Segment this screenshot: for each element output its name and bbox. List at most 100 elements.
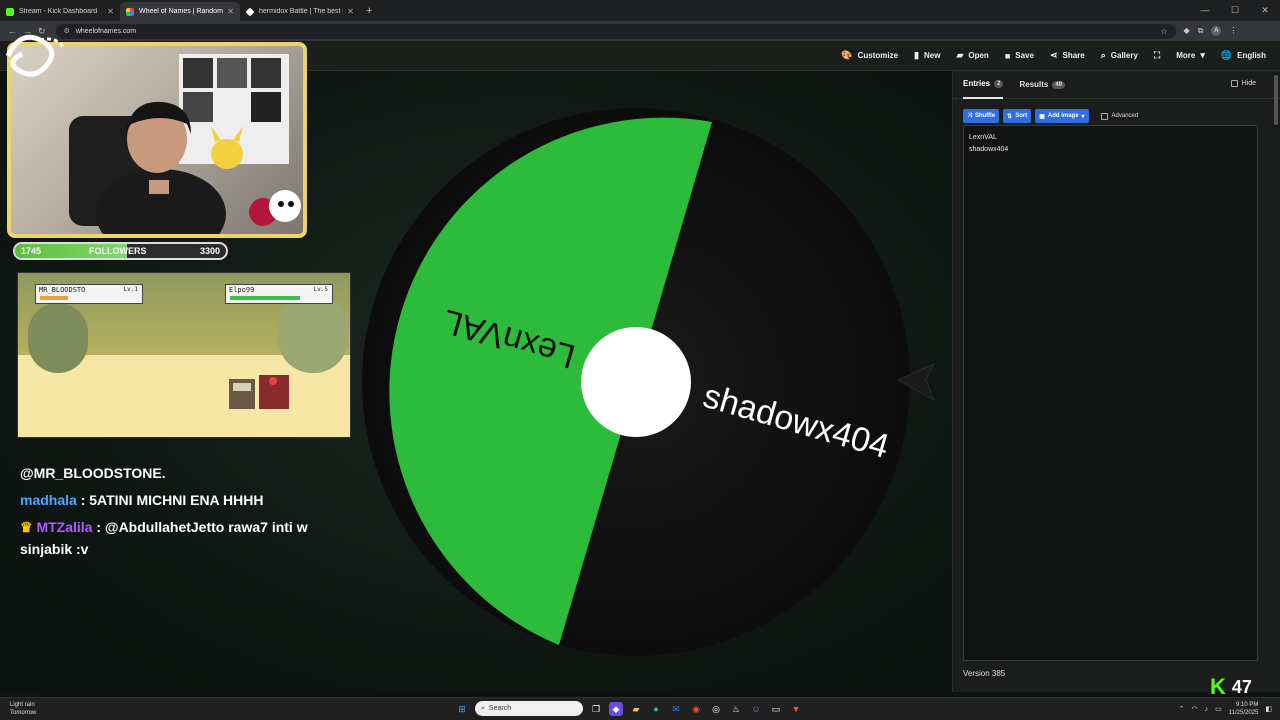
wheel-favicon-icon (126, 7, 134, 16)
address-bar-row: ← → ↻ ⚙ wheelofnames.com ☆ ◆ ⧉ A ⋮ (0, 21, 1280, 41)
chat-username: madhala (20, 492, 77, 508)
new-tab-icon[interactable]: + (366, 5, 372, 17)
system-tray: ⌃ ◠ ♪ ▭ 9:10 PM 11/25/2025 ◧ (1179, 701, 1272, 717)
windows-taskbar: Light rain Tomorrow ⊞ ⌕ Search ❐ ◆ ▰ ● ✉… (0, 697, 1280, 720)
add-image-label: Add image (1047, 113, 1079, 119)
file-icon: ▮ (914, 50, 919, 60)
clock-date: 11/25/2025 (1228, 710, 1259, 716)
gallery-button[interactable]: ⌕ Gallery (1101, 50, 1138, 61)
app-icon[interactable]: ▭ (769, 702, 783, 716)
hide-toggle[interactable]: Hide (1230, 80, 1256, 87)
bookmark-star-icon[interactable]: ☆ (1160, 27, 1167, 36)
browser-tabbar: Stream - Kick Dashboard ✕ Wheel of Names… (0, 0, 1280, 21)
fullscreen-icon: ⛶ (1153, 50, 1161, 60)
chrome-icon[interactable]: ◉ (689, 702, 703, 716)
sort-label: Sort (1015, 113, 1028, 119)
browser-tab-hermidox[interactable]: hermidox Battle | The best Cha ✕ (240, 2, 360, 21)
crown-icon: ♛ (20, 519, 33, 535)
weather-widget[interactable]: Light rain Tomorrow (10, 701, 36, 717)
puzzle-icon[interactable]: ⧉ (1198, 26, 1204, 36)
game-sprites (229, 375, 289, 409)
browser-tab-kick[interactable]: Stream - Kick Dashboard ✕ (0, 2, 120, 21)
chat-overlay: @MR_BLOODSTONE. madhala : 5ATINI MICHNI … (20, 462, 350, 565)
windows-start-icon[interactable]: ⊞ (455, 702, 469, 716)
taskbar-apps: ⊞ ⌕ Search ❐ ◆ ▰ ● ✉ ◉ ◎ ♨ ☺ ▭ ▼ (455, 701, 803, 716)
task-view-icon[interactable]: ❐ (589, 702, 603, 716)
advanced-checkbox[interactable] (1100, 112, 1108, 120)
taskbar-search[interactable]: ⌕ Search (475, 701, 583, 716)
chevron-down-icon: ▾ (1081, 113, 1085, 120)
tab-close-icon[interactable]: ✕ (347, 7, 354, 16)
player-level: Lv.1 (123, 286, 138, 293)
entries-count-badge: 2 (994, 79, 1004, 88)
save-icon: ■ (1004, 50, 1011, 61)
browser-tab-wheel[interactable]: Wheel of Names | Random nam ✕ (120, 2, 240, 21)
shuffle-label: Shuffle (974, 113, 996, 119)
share-button[interactable]: ⋖ Share (1050, 50, 1085, 61)
maximize-icon[interactable]: ☐ (1220, 0, 1250, 21)
page-scrollbar[interactable] (1274, 75, 1278, 125)
battery-icon[interactable]: ▭ (1215, 705, 1222, 713)
chevron-up-icon[interactable]: ⌃ (1179, 705, 1185, 713)
share-label: Share (1062, 51, 1085, 60)
profile-avatar[interactable]: A (1211, 26, 1222, 36)
sort-button[interactable]: ⇅ Sort (1003, 109, 1032, 123)
menu-dots-icon[interactable]: ⋮ (1229, 26, 1237, 36)
hide-checkbox[interactable] (1230, 80, 1238, 87)
obs-icon[interactable]: ◎ (709, 702, 723, 716)
window-controls: — ☐ ✕ (1190, 0, 1280, 21)
tab-results[interactable]: Results 49 (1019, 71, 1066, 99)
globe-icon: 🌐 (1220, 50, 1233, 60)
close-window-icon[interactable]: ✕ (1250, 0, 1280, 21)
open-button[interactable]: ▰ Open (956, 50, 988, 61)
minimize-icon[interactable]: — (1190, 0, 1220, 21)
tab-close-icon[interactable]: ✕ (227, 7, 234, 16)
url-text: wheelofnames.com (75, 27, 137, 35)
more-label: More (1176, 51, 1196, 60)
chat-message: ♛ MTZalila : @AbdullahetJetto rawa7 inti… (20, 516, 350, 560)
wheel[interactable]: LexnVAL shadowx404 (360, 104, 912, 656)
enemy-name: Elpo99 (229, 286, 255, 294)
shuffle-button[interactable]: ⤨ Shuffle (963, 109, 1000, 123)
extensions: ◆ ⧉ A ⋮ (1184, 26, 1237, 36)
followers-label: FOLLOWERS (89, 246, 147, 256)
discord-icon[interactable]: ☺ (749, 702, 763, 716)
edge-browser-icon[interactable]: ● (649, 702, 663, 716)
entry-item: LexnVAL (969, 134, 997, 141)
mascot-sticker-image (249, 190, 301, 226)
new-button[interactable]: ▮ New (914, 50, 940, 61)
wifi-icon[interactable]: ◠ (1192, 705, 1198, 713)
brave-icon[interactable]: ▼ (789, 702, 803, 716)
advanced-toggle[interactable]: Advanced (1100, 112, 1138, 120)
sort-icon: ⇅ (1007, 113, 1013, 120)
tab-close-icon[interactable]: ✕ (107, 7, 114, 16)
more-button[interactable]: More ▾ (1176, 50, 1205, 61)
steam-icon[interactable]: ♨ (729, 702, 743, 716)
app-icon[interactable]: ◆ (609, 701, 623, 716)
volume-icon[interactable]: ♪ (1205, 706, 1209, 713)
mail-icon[interactable]: ✉ (669, 702, 683, 716)
open-label: Open (968, 51, 989, 60)
add-image-button[interactable]: ▣ Add image ▾ (1035, 109, 1089, 123)
player-hud: MR_BLOODSTO Lv.1 (35, 284, 143, 304)
wheel-center-hub[interactable] (581, 327, 691, 437)
extension-icon[interactable]: ◆ (1184, 26, 1190, 36)
notification-icon[interactable]: ◧ (1265, 705, 1272, 713)
doodle-sticker-image (5, 34, 66, 77)
tab-title: Wheel of Names | Random nam (139, 8, 223, 15)
tab-entries[interactable]: Entries 2 (963, 71, 1004, 99)
search-icon: ⌕ (481, 704, 485, 712)
clock[interactable]: 9:10 PM 11/25/2025 (1229, 701, 1259, 717)
tab-results-label: Results (1019, 80, 1049, 89)
fullscreen-button[interactable]: ⛶ (1154, 50, 1160, 61)
customize-button[interactable]: 🎨 Customize (841, 50, 898, 61)
entries-textarea[interactable]: LexnVAL shadowx404 (963, 125, 1258, 661)
file-explorer-icon[interactable]: ▰ (629, 702, 643, 716)
player-hp-bar (40, 296, 68, 300)
language-button[interactable]: 🌐 English (1221, 50, 1266, 61)
save-button[interactable]: ■ Save (1005, 51, 1034, 61)
url-field[interactable]: ⚙ wheelofnames.com ☆ (55, 23, 1176, 39)
panel-tabs: Entries 2 Results 49 Hide (953, 71, 1280, 99)
new-label: New (924, 51, 941, 60)
results-count-badge: 49 (1052, 80, 1066, 89)
